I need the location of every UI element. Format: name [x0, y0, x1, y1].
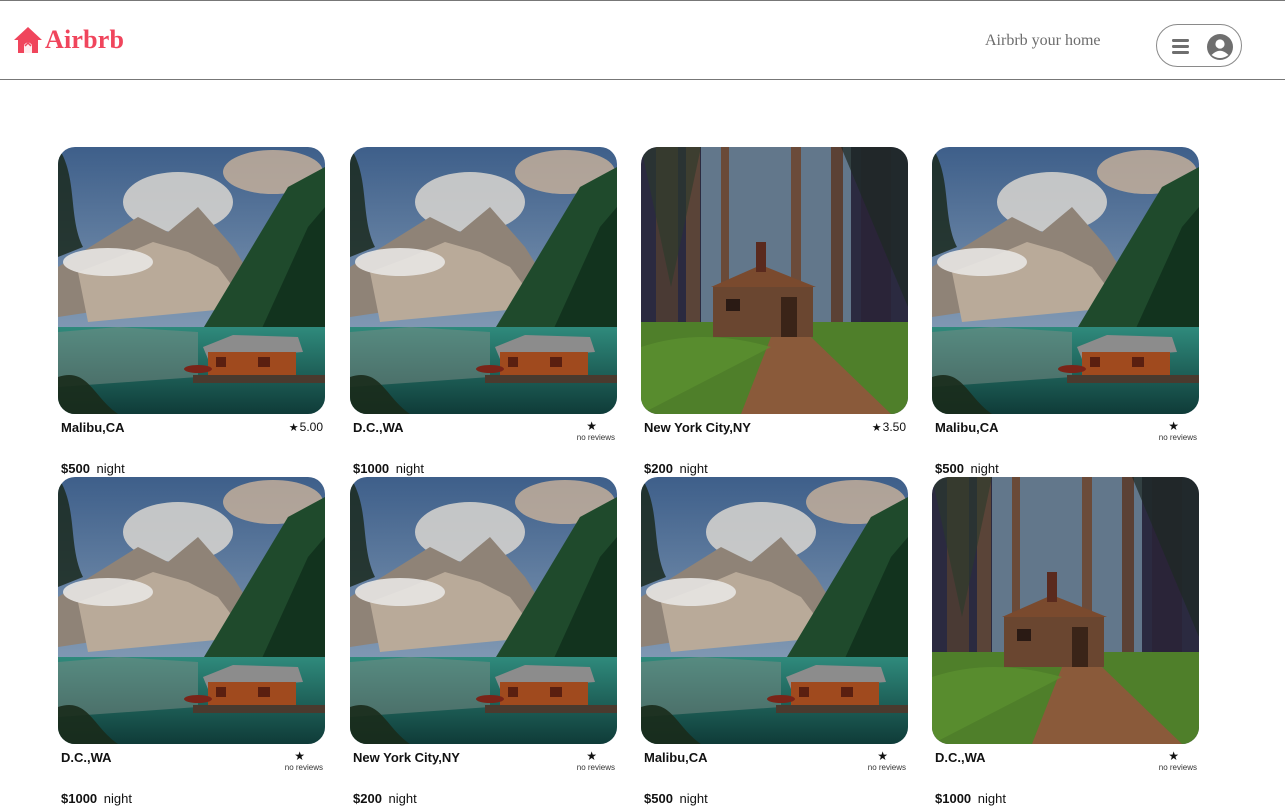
no-reviews-label: no reviews — [576, 763, 615, 772]
logo[interactable]: Airbrb — [12, 25, 124, 55]
price-amount: $500 — [61, 461, 90, 476]
listing-rating: ★ 3.50 — [872, 420, 906, 434]
house-logo-icon — [14, 27, 42, 53]
price-amount: $1000 — [935, 791, 972, 806]
user-avatar-icon — [1207, 34, 1233, 60]
listing-no-reviews: ★ no reviews — [263, 750, 323, 773]
listing-location: Malibu,CA — [935, 420, 999, 435]
lake-cabin-photo-icon — [58, 477, 325, 744]
rating-value: 5.00 — [299, 420, 323, 434]
listing-no-reviews: ★ no reviews — [555, 420, 615, 443]
star-icon: ★ — [288, 421, 299, 434]
star-icon: ★ — [877, 749, 888, 763]
listing-photo[interactable] — [641, 147, 908, 414]
listing-photo[interactable] — [932, 477, 1199, 744]
hamburger-menu-icon — [1172, 39, 1189, 54]
listing-no-reviews: ★ no reviews — [1137, 420, 1197, 443]
no-reviews-label: no reviews — [1158, 763, 1197, 772]
listing-location: New York City,NY — [644, 420, 751, 435]
listing-price: $200 night — [644, 461, 708, 476]
listing-price: $1000 night — [353, 461, 424, 476]
price-amount: $200 — [644, 461, 673, 476]
price-unit: night — [103, 791, 132, 806]
listing-card[interactable]: Malibu,CA ★ 5.00 $500 night — [58, 147, 325, 477]
lake-cabin-photo-icon — [932, 147, 1199, 414]
listing-location: D.C.,WA — [353, 420, 404, 435]
price-unit: night — [977, 791, 1006, 806]
listing-photo[interactable] — [641, 477, 908, 744]
lake-cabin-photo-icon — [641, 477, 908, 744]
logo-text: Airbrb — [45, 25, 125, 54]
forest-cabin-photo-icon — [641, 147, 908, 414]
listing-no-reviews: ★ no reviews — [555, 750, 615, 773]
price-amount: $500 — [644, 791, 673, 806]
listing-price: $500 night — [644, 791, 708, 806]
listing-card[interactable]: Malibu,CA ★ no reviews $500 night — [932, 147, 1199, 477]
host-your-home-link[interactable]: Airbrb your home — [985, 32, 1101, 50]
listing-card[interactable]: D.C.,WA ★ no reviews $1000 night — [932, 477, 1199, 807]
listing-card[interactable]: D.C.,WA ★ no reviews $1000 night — [58, 477, 325, 807]
price-amount: $1000 — [61, 791, 98, 806]
no-reviews-label: no reviews — [284, 763, 323, 772]
listing-location: Malibu,CA — [61, 420, 125, 435]
listing-card[interactable]: D.C.,WA ★ no reviews $1000 night — [350, 147, 617, 477]
star-icon: ★ — [586, 419, 597, 433]
no-reviews-label: no reviews — [867, 763, 906, 772]
no-reviews-label: no reviews — [1158, 433, 1197, 442]
forest-cabin-photo-icon — [932, 477, 1199, 744]
price-unit: night — [679, 461, 708, 476]
listing-rating: ★ 5.00 — [289, 420, 323, 434]
star-icon: ★ — [1168, 749, 1179, 763]
lake-cabin-photo-icon — [350, 477, 617, 744]
listing-price: $1000 night — [935, 791, 1006, 806]
star-icon: ★ — [586, 749, 597, 763]
listing-photo[interactable] — [350, 147, 617, 414]
lake-cabin-photo-icon — [58, 147, 325, 414]
listing-card[interactable]: New York City,NY ★ no reviews $200 night — [350, 477, 617, 807]
price-unit: night — [395, 461, 424, 476]
listing-location: New York City,NY — [353, 750, 460, 765]
price-unit: night — [388, 791, 417, 806]
price-unit: night — [970, 461, 999, 476]
listing-price: $500 night — [61, 461, 125, 476]
listing-card[interactable]: Malibu,CA ★ no reviews $500 night — [641, 477, 908, 807]
listing-card[interactable]: New York City,NY ★ 3.50 $200 night — [641, 147, 908, 477]
listing-location: D.C.,WA — [935, 750, 986, 765]
no-reviews-label: no reviews — [576, 433, 615, 442]
listing-price: $1000 night — [61, 791, 132, 806]
price-amount: $500 — [935, 461, 964, 476]
listing-photo[interactable] — [350, 477, 617, 744]
listing-location: Malibu,CA — [644, 750, 708, 765]
listing-price: $200 night — [353, 791, 417, 806]
listing-no-reviews: ★ no reviews — [1137, 750, 1197, 773]
top-nav: Airbrb Airbrb your home — [0, 0, 1285, 80]
star-icon: ★ — [294, 749, 305, 763]
listing-photo[interactable] — [58, 147, 325, 414]
star-icon: ★ — [1168, 419, 1179, 433]
lake-cabin-photo-icon — [350, 147, 617, 414]
price-unit: night — [96, 461, 125, 476]
user-menu-button[interactable] — [1156, 24, 1242, 67]
listing-photo[interactable] — [58, 477, 325, 744]
price-amount: $200 — [353, 791, 382, 806]
listing-location: D.C.,WA — [61, 750, 112, 765]
star-icon: ★ — [871, 421, 882, 434]
price-amount: $1000 — [353, 461, 390, 476]
price-unit: night — [679, 791, 708, 806]
listing-no-reviews: ★ no reviews — [846, 750, 906, 773]
rating-value: 3.50 — [882, 420, 906, 434]
listing-price: $500 night — [935, 461, 999, 476]
listing-photo[interactable] — [932, 147, 1199, 414]
